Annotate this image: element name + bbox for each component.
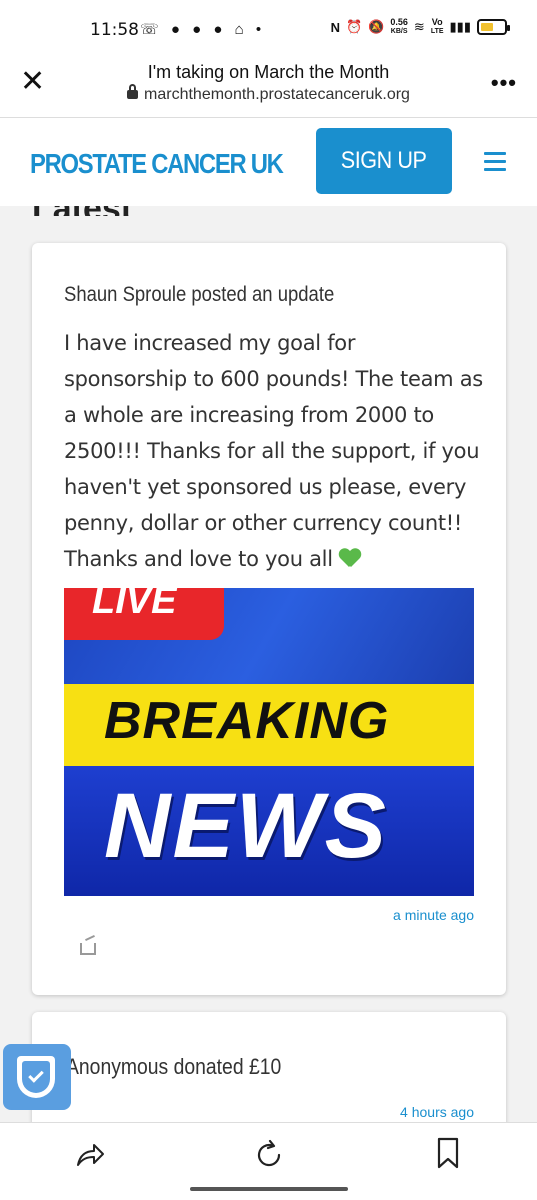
signal-icon: ▮▮▮: [449, 19, 471, 34]
browser-url[interactable]: marchthemonth.prostatecanceruk.org: [0, 84, 537, 104]
status-time: 11:58: [90, 20, 139, 40]
net-speed-value: 0.56: [390, 17, 408, 27]
battery-icon: [477, 19, 510, 35]
lock-icon: [127, 84, 139, 99]
share-icon[interactable]: [80, 943, 96, 955]
donation-text: Anonymous donated £10: [66, 1054, 282, 1079]
status-bar: 11:58 ☏ ● ● ● ⌂ • N ⏰ 🔕 0.56 KB/S ≋ Vo L…: [0, 0, 537, 56]
wifi-icon: ≋: [413, 19, 425, 34]
donation-timestamp[interactable]: 4 hours ago: [400, 1104, 474, 1120]
card-body: I have increased my goal for sponsorship…: [64, 325, 484, 577]
url-text: marchthemonth.prostatecanceruk.org: [144, 86, 410, 103]
status-right-icons: N ⏰ 🔕 0.56 KB/S ≋ Vo LTE ▮▮▮: [330, 18, 510, 36]
site-header: PROSTATE CANCER UK SIGN UP: [0, 118, 537, 206]
volte-bottom: LTE: [430, 28, 444, 35]
shield-icon[interactable]: [3, 1044, 71, 1110]
breaking-text: BREAKING: [104, 692, 390, 750]
bookmark-icon[interactable]: [436, 1137, 460, 1169]
card-timestamp[interactable]: a minute ago: [393, 907, 474, 923]
hamburger-icon[interactable]: [484, 152, 506, 172]
green-heart-icon: [339, 549, 361, 569]
signup-button[interactable]: SIGN UP: [316, 128, 452, 194]
browser-page-title: I'm taking on March the Month: [147, 62, 390, 82]
card-body-text: I have increased my goal for sponsorship…: [64, 331, 483, 571]
volte-label: Vo LTE: [431, 18, 444, 36]
browser-url-bar: ✕ I'm taking on March the Month marchthe…: [0, 56, 537, 118]
feed-card-update: Shaun Sproule posted an update I have in…: [32, 243, 506, 995]
mute-icon: 🔕: [368, 19, 385, 34]
brand-logo[interactable]: PROSTATE CANCER UK: [30, 148, 284, 180]
feed-card-donation: Anonymous donated £10 4 hours ago: [32, 1012, 506, 1132]
home-indicator[interactable]: [190, 1187, 348, 1191]
card-author-line: Shaun Sproule posted an update: [64, 283, 335, 306]
more-icon[interactable]: •••: [491, 70, 517, 96]
refresh-icon[interactable]: [253, 1139, 285, 1171]
nfc-icon: N: [330, 19, 341, 35]
volte-top: Vo: [431, 17, 443, 27]
notification-icons: ☏ ● ● ● ⌂ •: [140, 21, 266, 38]
news-text: NEWS: [104, 775, 388, 877]
net-speed-unit: KB/S: [390, 28, 408, 35]
forward-icon[interactable]: [74, 1139, 106, 1171]
signup-label: SIGN UP: [341, 147, 427, 174]
breaking-news-image[interactable]: LIVE BREAKING NEWS: [64, 588, 474, 896]
net-speed: 0.56 KB/S: [390, 18, 408, 36]
alarm-icon: ⏰: [346, 19, 363, 34]
live-text: LIVE: [92, 588, 177, 622]
